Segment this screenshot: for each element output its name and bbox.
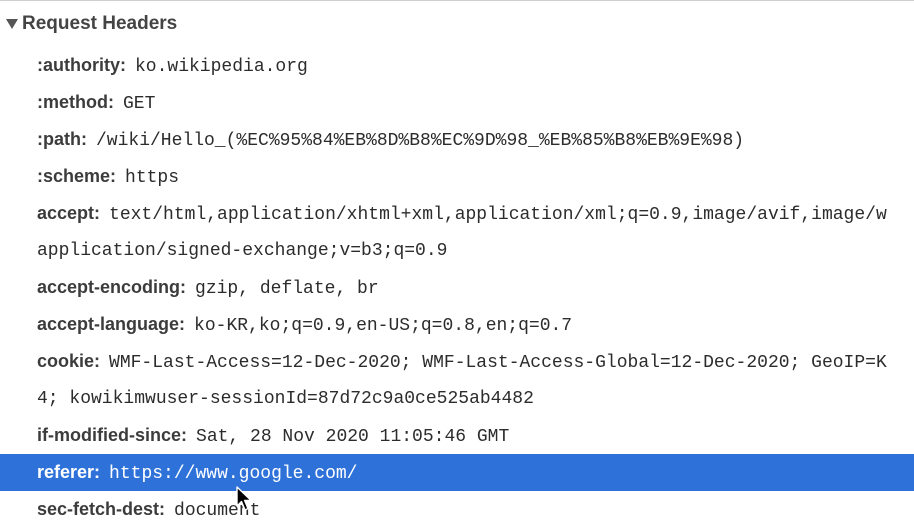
header-row-referer-selected[interactable]: referer: https://www.google.com/ <box>0 454 914 491</box>
header-name: accept-encoding: <box>37 276 187 297</box>
header-row-sec-fetch-dest[interactable]: sec-fetch-dest: document <box>0 491 914 527</box>
header-value: ko.wikipedia.org <box>135 56 308 77</box>
header-value-continuation: application/signed-exchange;v=b3;q=0.9 <box>37 240 448 261</box>
header-value: https <box>125 167 180 188</box>
header-value: Sat, 28 Nov 2020 11:05:46 GMT <box>196 426 510 447</box>
header-row-accept-continued[interactable]: application/signed-exchange;v=b3;q=0.9 <box>0 232 914 269</box>
header-value: ko-KR,ko;q=0.9,en-US;q=0.8,en;q=0.7 <box>194 315 573 336</box>
header-name: accept-language: <box>37 313 186 334</box>
header-row-cookie[interactable]: cookie: WMF-Last-Access=12-Dec-2020; WMF… <box>0 343 914 380</box>
header-value-continuation: 4; kowikimwuser-sessionId=87d72c9a0ce525… <box>37 388 534 409</box>
triangle-down-icon <box>6 19 18 29</box>
header-value: gzip, deflate, br <box>195 278 379 299</box>
header-row-accept[interactable]: accept: text/html,application/xhtml+xml,… <box>0 195 914 232</box>
mouse-cursor-icon <box>236 486 252 511</box>
header-row-method[interactable]: :method: GET <box>0 84 914 121</box>
header-value: https://www.google.com/ <box>109 463 358 484</box>
header-row-authority[interactable]: :authority: ko.wikipedia.org <box>0 47 914 84</box>
request-headers-list: :authority: ko.wikipedia.org :method: GE… <box>0 47 914 527</box>
header-name: :scheme: <box>37 165 117 186</box>
header-value: /wiki/Hello_(%EC%95%84%EB%8D%B8%EC%9D%98… <box>95 130 745 151</box>
section-title: Request Headers <box>22 13 178 34</box>
header-value: GET <box>122 93 156 114</box>
header-name: cookie: <box>37 350 101 371</box>
header-row-accept-encoding[interactable]: accept-encoding: gzip, deflate, br <box>0 269 914 306</box>
header-row-cookie-continued[interactable]: 4; kowikimwuser-sessionId=87d72c9a0ce525… <box>0 380 914 417</box>
header-row-accept-language[interactable]: accept-language: ko-KR,ko;q=0.9,en-US;q=… <box>0 306 914 343</box>
header-name: :path: <box>37 128 87 149</box>
header-name: :authority: <box>37 54 126 75</box>
panel-top-border <box>0 0 914 1</box>
header-value: WMF-Last-Access=12-Dec-2020; WMF-Last-Ac… <box>109 352 887 373</box>
header-name: accept: <box>37 202 101 223</box>
header-name: referer: <box>37 461 101 482</box>
header-row-if-modified-since[interactable]: if-modified-since: Sat, 28 Nov 2020 11:0… <box>0 417 914 454</box>
request-headers-toggle[interactable]: Request Headers <box>0 8 177 40</box>
header-name: if-modified-since: <box>37 424 188 445</box>
header-row-scheme[interactable]: :scheme: https <box>0 158 914 195</box>
header-row-path[interactable]: :path: /wiki/Hello_(%EC%95%84%EB%8D%B8%E… <box>0 121 914 158</box>
header-name: :method: <box>37 91 114 112</box>
header-value: text/html,application/xhtml+xml,applicat… <box>109 204 887 225</box>
header-name: sec-fetch-dest: <box>37 498 166 519</box>
